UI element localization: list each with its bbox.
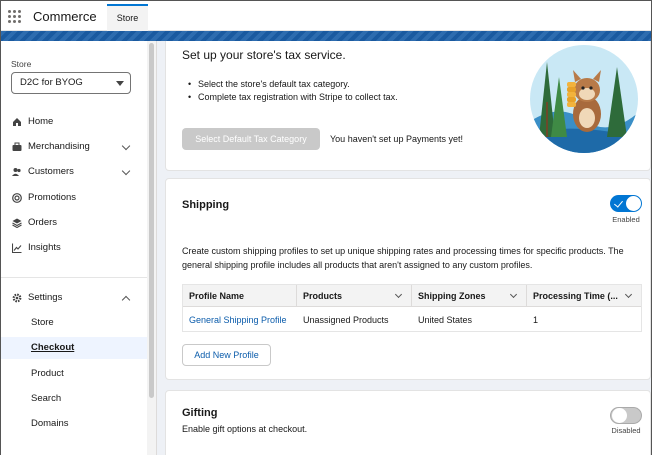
people-icon [12,168,21,176]
chevron-down-icon [121,141,131,151]
sidebar-item-customers[interactable]: Customers [1,161,147,183]
chevron-up-icon [121,295,131,305]
chart-icon [12,243,22,253]
column-header-processing-time[interactable]: Processing Time (... [527,285,641,307]
shipping-toggle-label: Enabled [612,215,640,224]
add-new-profile-button[interactable]: Add New Profile [182,344,271,366]
gifting-toggle-label: Disabled [611,426,641,435]
sidebar-subitem-label: Domains [31,418,69,429]
sidebar-item-label: Customers [28,166,74,177]
shipping-toggle[interactable] [610,195,642,212]
sidebar-item-promotions[interactable]: Promotions [1,187,147,209]
sidebar: Store D2C for BYOG Home Merchandising Cu… [1,41,157,455]
tab-store[interactable]: Store [107,4,148,31]
app-launcher-icon[interactable] [8,10,22,24]
toggle-knob [612,408,627,423]
sidebar-item-home[interactable]: Home [1,111,147,133]
sidebar-item-label: Merchandising [28,141,90,152]
tax-card: Set up your store's tax service. Select … [165,41,651,171]
table-cell-processing-time: 1 [533,315,539,325]
sidebar-subitem-search[interactable]: Search [1,388,147,410]
select-default-tax-category-button[interactable]: Select Default Tax Category [182,128,320,150]
gifting-title: Gifting [182,407,218,419]
column-header-label: Processing Time (... [533,291,618,301]
sidebar-item-orders[interactable]: Orders [1,212,147,234]
shipping-description: Create custom shipping profiles to set u… [182,246,624,270]
chevron-down-icon[interactable] [624,290,633,299]
column-header-shipping-zones[interactable]: Shipping Zones [412,285,527,307]
shipping-title: Shipping [182,199,230,211]
sidebar-subitem-label: Search [31,393,62,404]
store-select-label: Store [11,59,32,69]
app-name: Commerce [33,9,97,24]
tax-bullet-list: Select the store's default tax category.… [188,78,398,104]
sidebar-item-label: Home [28,116,54,127]
payments-note: You haven't set up Payments yet! [330,134,463,144]
home-icon [13,118,21,126]
sidebar-subitem-label: Store [31,317,54,328]
astro-mascot-illustration [530,45,638,153]
sidebar-subitem-label: Checkout [31,342,75,353]
sidebar-item-label: Settings [28,292,63,303]
sidebar-item-label: Promotions [28,192,77,203]
tax-bullet: Complete tax registration with Stripe to… [188,91,398,104]
store-select-value: D2C for BYOG [20,77,83,88]
sidebar-item-insights[interactable]: Insights [1,237,147,259]
tax-title: Set up your store's tax service. [182,48,346,62]
main-content: Set up your store's tax service. Select … [157,41,651,455]
global-header: Commerce Store [1,1,651,31]
stack-icon [12,218,22,228]
briefcase-icon [12,142,22,151]
sidebar-subitem-checkout[interactable]: Checkout [1,337,147,359]
sidebar-item-settings[interactable]: Settings [1,287,147,309]
table-cell-products: Unassigned Products [303,315,389,325]
gifting-toggle[interactable] [610,407,642,424]
sidebar-subitem-store[interactable]: Store [1,312,147,334]
tax-bullet: Select the store's default tax category. [188,78,398,91]
gear-icon [12,293,22,303]
sidebar-subitem-product[interactable]: Product [1,363,147,385]
column-header-label: Products [303,291,343,301]
header-band [1,31,651,41]
target-icon [12,193,22,203]
chevron-down-icon[interactable] [509,290,518,299]
sidebar-divider [1,277,147,278]
sidebar-item-label: Orders [28,217,58,228]
column-header-products[interactable]: Products [297,285,412,307]
chevron-down-icon [116,81,124,86]
column-header-label: Profile Name [189,291,245,301]
toggle-knob [626,196,641,211]
shipping-card: Shipping Enabled Create custom shipping … [165,178,651,380]
shipping-profiles-table: Profile Name Products Shipping Zones Pro… [182,284,642,332]
sidebar-subitem-domains[interactable]: Domains [1,413,147,435]
profile-name-link[interactable]: General Shipping Profile [183,307,297,333]
checkmark-icon [614,198,623,208]
gifting-description: Enable gift options at checkout. [182,424,308,434]
column-header-profile-name[interactable]: Profile Name [183,285,297,307]
store-select[interactable]: D2C for BYOG [11,72,131,94]
table-cell-shipping-zones: United States [418,315,473,325]
sidebar-item-label: Insights [28,242,61,253]
chevron-down-icon[interactable] [394,290,403,299]
sidebar-item-merchandising[interactable]: Merchandising [1,136,147,158]
sidebar-subitem-label: Product [31,368,64,379]
gifting-card: Gifting Enable gift options at checkout.… [165,390,651,455]
sidebar-scroll-thumb[interactable] [149,43,154,398]
column-header-label: Shipping Zones [418,291,486,301]
chevron-down-icon [121,166,131,176]
